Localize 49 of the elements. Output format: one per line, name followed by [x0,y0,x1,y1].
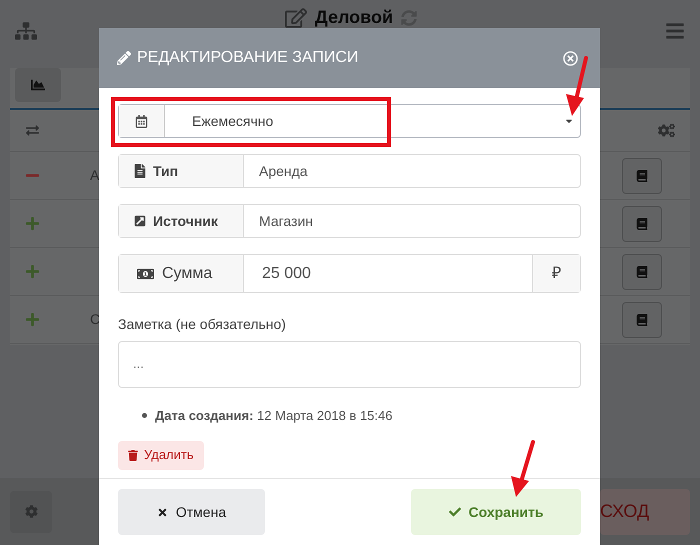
close-icon[interactable] [563,50,578,66]
amount-field[interactable]: Сумма 25 000 ₽ [118,254,581,293]
menu-icon[interactable] [664,21,685,41]
plus-icon [25,264,40,279]
delete-button[interactable]: Удалить [118,440,204,470]
annotation-arrow [566,56,588,116]
bullet-icon [142,413,147,418]
book-icon [636,266,648,278]
dialog-title: РЕДАКТИРОВАНИЕ ЗАПИСИ [137,48,358,68]
sitemap-icon[interactable] [15,21,37,41]
plus-icon [25,312,40,327]
creation-date: Дата создания: 12 Марта 2018 в 15:46 [155,407,392,425]
book-icon [636,170,648,182]
close-icon [156,506,168,518]
trash-icon [128,450,138,460]
settings-button[interactable] [10,490,52,532]
book-button[interactable] [622,206,662,242]
row-text: А [90,166,100,185]
chart-tab[interactable] [15,68,61,102]
text-field[interactable]: Источник Магазин [118,204,581,238]
edit-icon [284,6,307,28]
cogs-icon [658,123,675,138]
settings-icon [24,505,38,518]
book-button[interactable] [622,254,662,290]
cancel-button[interactable]: Отмена [118,489,265,535]
save-button[interactable]: Сохранить [411,489,581,535]
book-button[interactable] [622,302,662,338]
field-label: Сумма [162,264,212,284]
field-label: Тип [153,162,178,180]
note-label: Заметка (не обязательно) [118,315,287,334]
calendar-icon [135,114,148,128]
row-text: С [90,310,100,329]
note-field[interactable]: ... [118,341,581,388]
currency-addon: ₽ [532,255,580,292]
book-button[interactable] [622,158,662,194]
book-icon [636,314,648,326]
exchange-icon [25,124,40,137]
field-label: Источник [153,212,218,230]
square-arrow-icon [134,215,146,227]
pencil-icon [117,51,131,65]
document-icon [134,164,146,178]
book-icon [636,218,648,230]
banknote-icon [137,266,154,280]
annotation-arrow [511,440,535,497]
plus-icon [25,216,40,231]
check-icon [448,506,461,518]
area-chart-icon [30,78,46,92]
text-field[interactable]: Тип Аренда [118,154,581,188]
app-title: Деловой [314,6,394,29]
